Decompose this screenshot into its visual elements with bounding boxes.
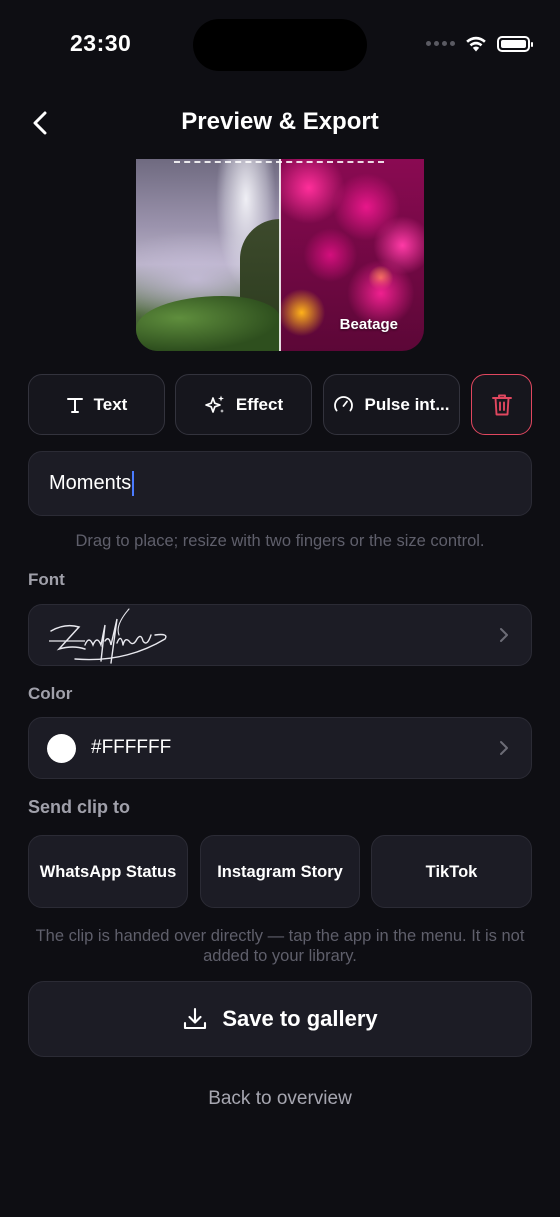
effect-tool-button[interactable]: Effect — [175, 374, 312, 435]
page-title: Preview & Export — [181, 108, 379, 135]
share-whatsapp-label: WhatsApp Status — [39, 862, 177, 881]
color-picker-row[interactable]: #FFFFFF — [28, 717, 532, 779]
font-picker-row[interactable]: Zapfino — [28, 604, 532, 666]
share-instagram-button[interactable]: Instagram Story — [200, 835, 360, 908]
text-caret — [132, 471, 135, 496]
status-time: 23:30 — [70, 30, 132, 56]
chevron-right-icon — [500, 628, 508, 642]
download-icon — [184, 1007, 207, 1030]
share-tiktok-label: TikTok — [425, 862, 478, 881]
sparkles-icon — [205, 395, 224, 413]
save-to-gallery-label: Save to gallery — [222, 1006, 378, 1031]
delete-text-button[interactable] — [471, 374, 532, 435]
wifi-icon — [466, 36, 486, 52]
tool-row: Text Effect Pulse int... — [28, 374, 532, 435]
font-name: Zapfino — [29, 635, 30, 636]
preview-watermark: Beatage — [339, 316, 398, 333]
placement-hint: Drag to place; resize with two fingers o… — [75, 532, 485, 550]
preview-split-divider — [279, 159, 281, 351]
signal-dots-icon — [426, 41, 455, 46]
text-tool-label: Text — [93, 394, 128, 414]
dynamic-island — [193, 19, 367, 71]
share-note: The clip is handed over directly — tap t… — [35, 927, 525, 965]
pulse-intensity-button[interactable]: Pulse int... — [323, 374, 460, 435]
battery-icon — [497, 35, 533, 52]
pulse-intensity-label: Pulse int... — [364, 394, 450, 414]
text-placement-box[interactable] — [174, 161, 384, 163]
gauge-icon — [334, 396, 354, 412]
status-icons — [426, 35, 533, 52]
color-swatch — [47, 733, 76, 763]
overlay-text-input[interactable]: Moments — [28, 451, 532, 516]
video-preview[interactable]: Beatage — [136, 159, 424, 351]
text-t-icon — [66, 397, 83, 413]
preview-frame-waterfall — [136, 159, 280, 351]
trash-icon — [491, 394, 512, 415]
send-section-label: Send clip to — [28, 797, 131, 817]
font-section-label: Font — [28, 570, 65, 589]
effect-tool-label: Effect — [235, 394, 284, 414]
share-instagram-label: Instagram Story — [217, 862, 343, 881]
chevron-right-icon — [500, 741, 508, 755]
font-preview-zapfino — [49, 608, 167, 664]
overlay-text-value: Moments — [49, 472, 132, 494]
text-tool-button[interactable]: Text — [28, 374, 165, 435]
save-to-gallery-button[interactable]: Save to gallery — [28, 981, 532, 1057]
share-whatsapp-button[interactable]: WhatsApp Status — [28, 835, 188, 908]
share-tiktok-button[interactable]: TikTok — [371, 835, 532, 908]
color-section-label: Color — [28, 684, 73, 703]
back-to-overview-link[interactable]: Back to overview — [0, 1088, 560, 1110]
color-hex-value: #FFFFFF — [91, 737, 172, 758]
